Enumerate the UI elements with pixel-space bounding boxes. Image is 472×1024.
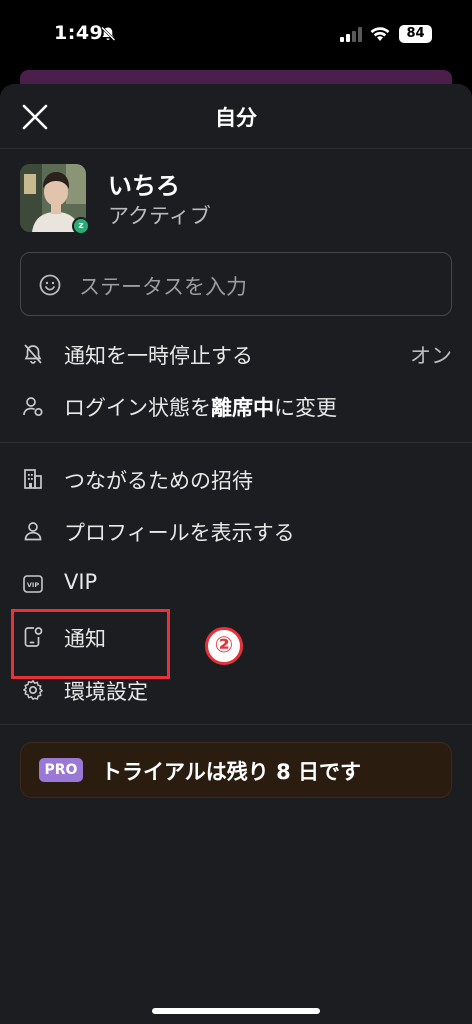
menu-label: VIP: [64, 570, 98, 594]
presence-indicator: z: [72, 217, 90, 235]
building-icon: [24, 469, 42, 489]
menu-label: 環境設定: [64, 680, 148, 704]
status-time: 1:49: [54, 22, 104, 44]
svg-text:VIP: VIP: [27, 581, 39, 589]
menu-label: 通知を一時停止する: [64, 344, 253, 368]
home-indicator[interactable]: [152, 1008, 320, 1014]
pause-status-value: オン: [410, 344, 452, 368]
vip-icon: VIP: [23, 575, 43, 593]
battery-indicator: 84: [399, 25, 432, 43]
presence-status: アクティブ: [108, 204, 211, 228]
section-divider: [0, 442, 472, 443]
step-number-badge: ②: [205, 627, 243, 665]
sheet-header: 自分: [0, 84, 472, 148]
section-divider: [0, 724, 472, 725]
highlight-box: [11, 609, 170, 679]
trial-remaining-text: トライアルは残り 8 日です: [101, 760, 362, 784]
gear-icon: [23, 680, 43, 700]
smiley-icon: [39, 274, 61, 296]
menu-label: プロフィールを表示する: [64, 521, 295, 545]
menu-item-pause-notifications[interactable]: 通知を一時停止する オン: [0, 329, 472, 381]
profile-name: いちろ: [108, 172, 180, 200]
you-sheet: 自分 z いちろ アクティブ ステータスを入力 通知を一時停止する オン ログイ…: [0, 84, 472, 1024]
profile-summary[interactable]: z いちろ アクティブ: [20, 164, 452, 235]
menu-item-set-away[interactable]: ログイン状態を離席中に変更: [0, 381, 472, 433]
pro-trial-banner[interactable]: PRO トライアルは残り 8 日です: [20, 742, 452, 798]
menu-label: ログイン状態を離席中に変更: [64, 396, 337, 420]
person-icon: [24, 522, 42, 541]
page-title: 自分: [215, 106, 257, 130]
status-placeholder: ステータスを入力: [79, 275, 247, 299]
wifi-icon: [370, 27, 390, 41]
menu-item-invite[interactable]: つながるための招待: [0, 454, 472, 506]
bell-off-icon: [24, 344, 42, 364]
menu-label: つながるための招待: [64, 469, 253, 493]
status-bar: 1:49 84: [0, 0, 472, 70]
status-input[interactable]: ステータスを入力: [20, 252, 452, 316]
pro-badge: PRO: [39, 758, 83, 782]
header-divider: [0, 148, 472, 149]
cellular-signal-icon: [340, 27, 362, 42]
bell-off-icon: [101, 26, 116, 41]
menu-item-view-profile[interactable]: プロフィールを表示する: [0, 506, 472, 558]
menu-item-vip[interactable]: VIP VIP: [0, 559, 472, 611]
person-status-icon: [23, 397, 43, 417]
